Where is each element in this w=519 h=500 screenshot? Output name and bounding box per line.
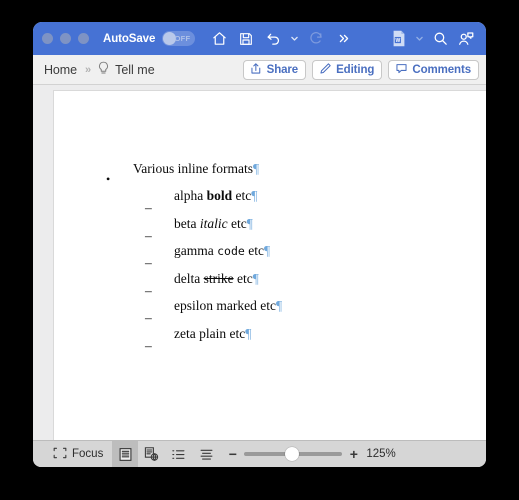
pilcrow-mark: ¶: [275, 298, 283, 314]
paragraph-text: Various inline formats¶: [133, 161, 259, 177]
autosave-control[interactable]: AutoSave OFF: [103, 31, 196, 46]
paragraph-text: gamma code etc¶: [174, 243, 270, 259]
zoom-slider-knob[interactable]: [285, 447, 300, 461]
zoom-control: − +: [228, 447, 358, 461]
tell-me-search[interactable]: Tell me: [97, 61, 155, 79]
lightbulb-icon: [97, 61, 110, 79]
ribbon-bar: Home » Tell me Share Editing Comments: [33, 55, 486, 85]
word-application-window: AutoSave OFF W Home » Tell me Share Edit…: [33, 22, 486, 467]
editing-label: Editing: [336, 63, 375, 76]
focus-button[interactable]: Focus: [49, 441, 112, 467]
document-dropdown-chevron-icon[interactable]: [413, 28, 426, 50]
text-run-bold: bold: [206, 188, 233, 204]
text-run-plain: etc: [232, 188, 252, 204]
text-run-plain: etc: [244, 243, 264, 259]
focus-icon: [53, 447, 67, 462]
text-run-plain: zeta plain etc: [174, 325, 246, 341]
close-button[interactable]: [42, 33, 53, 44]
save-icon[interactable]: [234, 27, 258, 51]
document-page[interactable]: • Various inline formats¶ – alpha bold etc¶…: [53, 90, 486, 440]
text-run-plain: Various inline formats: [133, 161, 253, 176]
window-controls: [42, 33, 89, 44]
document-paragraph[interactable]: – alpha bold etc¶: [54, 188, 486, 215]
zoom-slider[interactable]: [244, 447, 343, 461]
pilcrow-mark: ¶: [245, 325, 252, 341]
print-layout-view-button[interactable]: [112, 441, 139, 467]
status-bar: Focus − + 125%: [33, 440, 486, 467]
autosave-label: AutoSave: [103, 32, 156, 45]
paragraph-text: alpha bold etc¶: [174, 188, 257, 204]
document-paragraph[interactable]: – delta strike etc¶: [54, 271, 486, 298]
paragraph-text: delta strike etc¶: [174, 271, 259, 287]
text-run-plain: etc: [233, 270, 253, 286]
document-canvas[interactable]: • Various inline formats¶ – alpha bold etc¶…: [33, 85, 486, 440]
zoom-in-button[interactable]: +: [349, 447, 358, 461]
redo-icon[interactable]: [304, 27, 328, 51]
undo-dropdown-chevron-icon[interactable]: [288, 28, 301, 50]
document-paragraph[interactable]: – beta italic etc¶: [54, 216, 486, 243]
draft-view-button[interactable]: [192, 441, 220, 467]
ribbon-actions: Share Editing Comments: [242, 59, 479, 80]
document-paragraph[interactable]: – epsilon marked etc¶: [54, 298, 486, 325]
tell-me-label: Tell me: [115, 62, 155, 77]
share-label: Share: [266, 63, 299, 76]
tab-home[interactable]: Home: [44, 63, 77, 77]
share-button[interactable]: Share: [242, 59, 307, 80]
text-run-strike: strike: [203, 270, 234, 286]
document-paragraph[interactable]: – gamma code etc¶: [54, 243, 486, 270]
window-titlebar: AutoSave OFF W: [33, 22, 486, 55]
ribbon-expand-chevrons-icon[interactable]: »: [85, 64, 91, 76]
pilcrow-mark: ¶: [251, 188, 258, 204]
autosave-toggle[interactable]: OFF: [162, 31, 196, 46]
collaboration-icon[interactable]: [454, 27, 478, 51]
document-paragraph[interactable]: – zeta plain etc¶: [54, 326, 486, 353]
pilcrow-mark: ¶: [263, 243, 271, 259]
document-body[interactable]: • Various inline formats¶ – alpha bold etc¶…: [54, 91, 486, 353]
paragraph-text: beta italic etc¶: [174, 216, 253, 232]
svg-text:W: W: [395, 38, 400, 44]
comments-label: Comments: [412, 63, 471, 76]
editing-button[interactable]: Editing: [312, 59, 383, 80]
minimize-button[interactable]: [60, 33, 71, 44]
search-icon[interactable]: [428, 27, 452, 51]
pilcrow-mark: ¶: [246, 215, 253, 231]
comment-bubble-icon: [395, 62, 408, 78]
word-document-icon[interactable]: W: [387, 27, 411, 51]
text-run-italic: italic: [199, 215, 228, 231]
pilcrow-mark: ¶: [252, 161, 260, 176]
document-paragraph[interactable]: • Various inline formats¶: [54, 161, 486, 186]
text-run-plain: etc: [227, 215, 247, 231]
web-layout-view-button[interactable]: [138, 441, 164, 467]
home-icon[interactable]: [207, 27, 231, 51]
titlebar-right-toolbar: W: [387, 27, 478, 51]
outline-view-button[interactable]: [164, 441, 192, 467]
zoom-level-label[interactable]: 125%: [366, 448, 398, 460]
overflow-chevrons-icon[interactable]: [331, 27, 355, 51]
text-run-plain: beta: [174, 215, 200, 231]
paragraph-text: epsilon marked etc¶: [174, 298, 282, 314]
text-run-plain: alpha: [174, 188, 207, 204]
comments-button[interactable]: Comments: [388, 59, 479, 80]
text-run-marked: marked: [216, 298, 257, 314]
share-icon: [250, 62, 263, 78]
autosave-toggle-state: OFF: [174, 34, 191, 43]
pencil-icon: [319, 62, 332, 78]
zoom-out-button[interactable]: −: [228, 447, 237, 461]
focus-label: Focus: [72, 448, 104, 460]
text-run-plain: gamma: [174, 243, 218, 259]
text-run-code: code: [217, 244, 245, 259]
titlebar-quick-access-toolbar: [207, 27, 355, 51]
pilcrow-mark: ¶: [252, 270, 259, 286]
undo-icon[interactable]: [261, 27, 285, 51]
text-run-plain: epsilon: [174, 298, 217, 314]
text-run-plain: etc: [256, 298, 276, 314]
desktop-backdrop: AutoSave OFF W Home » Tell me Share Edit…: [0, 0, 519, 500]
text-run-plain: delta: [174, 270, 204, 286]
maximize-button[interactable]: [78, 33, 89, 44]
paragraph-text: zeta plain etc¶: [174, 326, 251, 342]
